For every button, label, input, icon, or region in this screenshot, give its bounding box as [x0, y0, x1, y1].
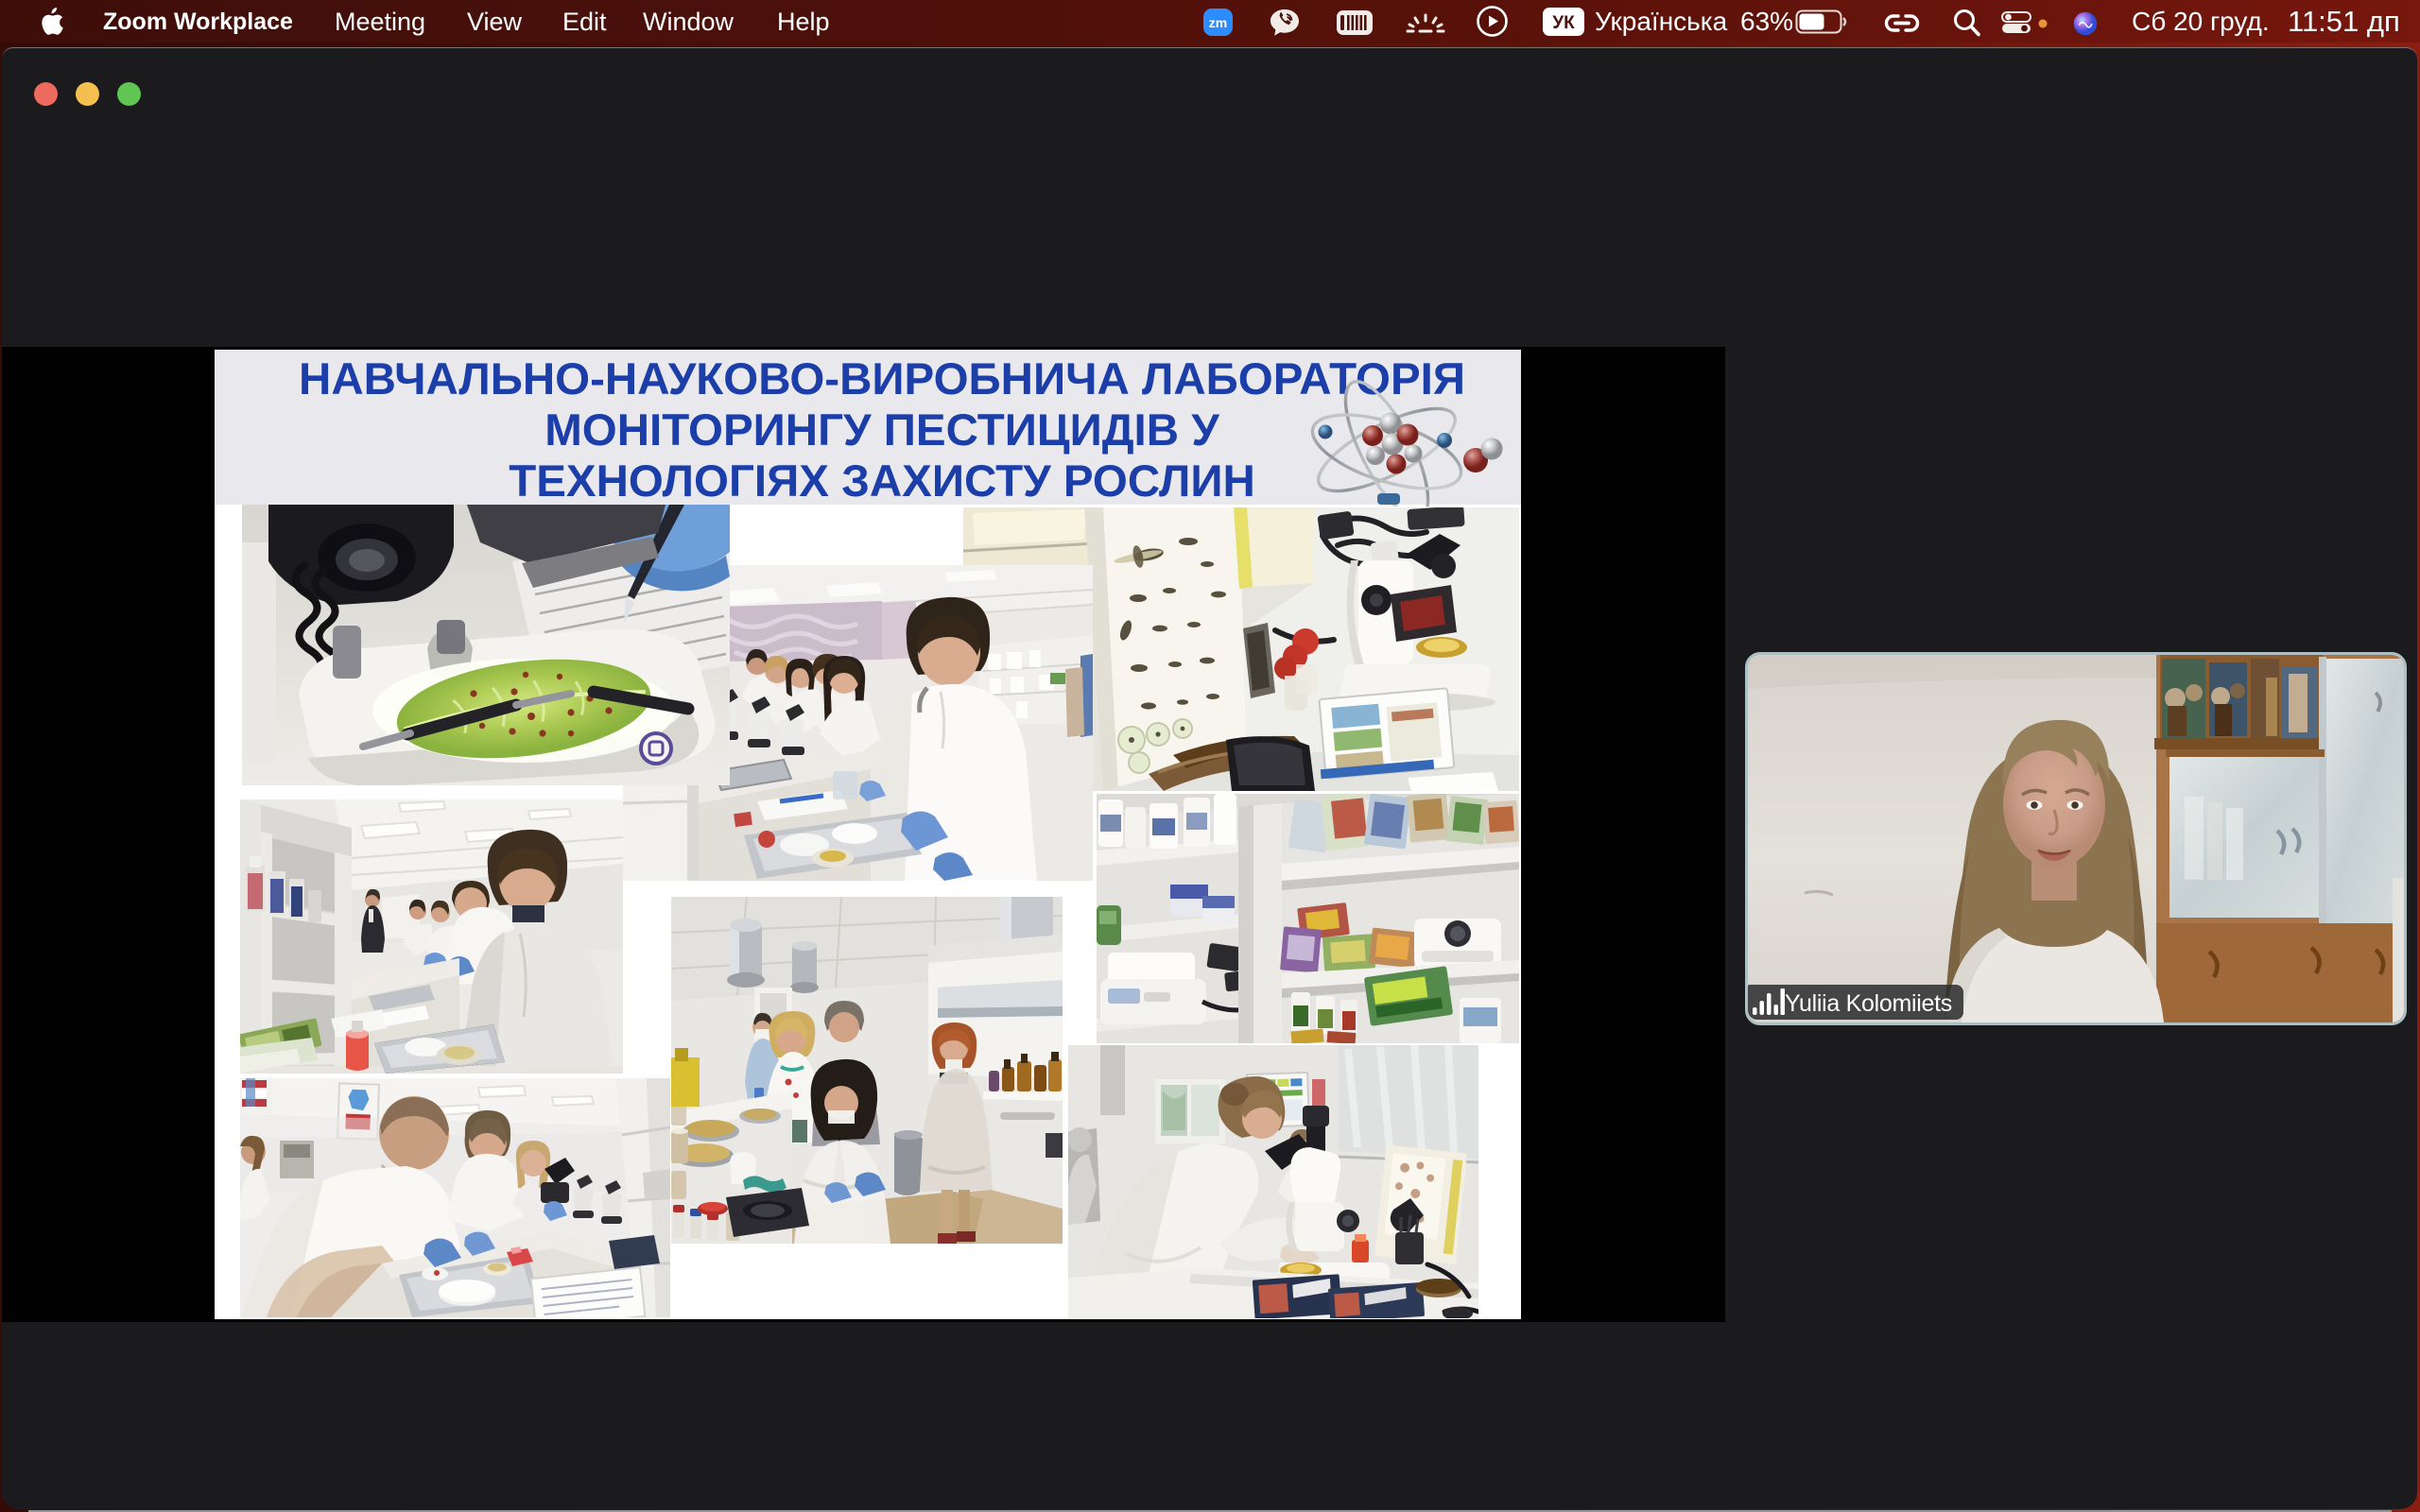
- svg-text:zm: zm: [1209, 15, 1227, 30]
- svg-text:УК: УК: [1552, 13, 1575, 33]
